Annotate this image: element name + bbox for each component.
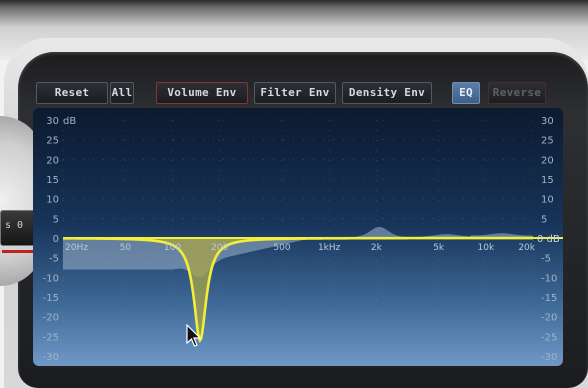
db-tick-left: 0: [53, 234, 59, 245]
freq-label: 1kHz: [318, 243, 341, 253]
freq-label: 20k: [518, 243, 535, 253]
db-tick-left: 25: [46, 136, 59, 147]
db-tick-left: -5: [49, 254, 59, 265]
eq-button[interactable]: EQ: [452, 82, 480, 104]
db-tick-left: -10: [43, 273, 59, 284]
volume-env-button[interactable]: Volume Env: [156, 82, 248, 104]
db-tick-left: -15: [43, 293, 59, 304]
all-button[interactable]: All: [110, 82, 134, 104]
db-tick-left: -30: [43, 352, 59, 363]
density-env-button-label: Density Env: [348, 86, 426, 99]
freq-label: 500: [273, 243, 290, 253]
reverse-button-label: Reverse: [492, 86, 542, 99]
eq-button-label: EQ: [459, 86, 473, 99]
freq-label: 50: [120, 243, 132, 253]
db-tick-right: -25: [541, 332, 557, 343]
db-unit-label: dB: [63, 116, 76, 127]
db-tick-right: -5: [541, 254, 551, 265]
reset-button-label: Reset: [54, 86, 90, 99]
freq-label: 20Hz: [65, 243, 88, 253]
db-tick-right: 15: [541, 175, 554, 186]
db-tick-right: 5: [541, 214, 547, 225]
db-tick-left: 15: [46, 175, 59, 186]
db-tick-left: -20: [43, 313, 59, 324]
db-tick-right: 10: [541, 195, 554, 206]
db-tick-left: 5: [53, 214, 59, 225]
db-tick-left: 30: [46, 116, 59, 127]
db-tick-left: 10: [46, 195, 59, 206]
db-tick-right: -15: [541, 293, 557, 304]
arrow-cursor-icon: [186, 324, 202, 347]
freq-label: 5k: [433, 243, 445, 253]
eq-spectrum-shadow: [63, 226, 533, 277]
zero-db-right-label: 0 dB: [537, 234, 560, 245]
db-tick-right: 30: [541, 116, 554, 127]
db-tick-right: -30: [541, 352, 557, 363]
filter-env-button-label: Filter Env: [260, 86, 330, 99]
db-tick-right: 20: [541, 155, 554, 166]
freq-label: 10k: [478, 243, 495, 253]
db-tick-right: -20: [541, 313, 557, 324]
db-tick-left: 20: [46, 155, 59, 166]
toolbar: Reset All Volume Env Filter Env Density …: [20, 58, 588, 108]
filter-env-button[interactable]: Filter Env: [254, 82, 336, 104]
eq-graph[interactable]: 302520151050-5-10-15-20-25-30dB 302520151…: [33, 108, 563, 366]
db-tick-right: 25: [541, 136, 554, 147]
volume-env-button-label: Volume Env: [167, 86, 237, 99]
freq-label: 200: [211, 243, 228, 253]
freq-label: 100: [164, 243, 181, 253]
left-display-text: s 0: [5, 220, 24, 231]
db-tick-left: -25: [43, 332, 59, 343]
reset-button[interactable]: Reset: [36, 82, 108, 104]
density-env-button[interactable]: Density Env: [342, 82, 432, 104]
reverse-button[interactable]: Reverse: [488, 82, 546, 104]
eq-graph-panel[interactable]: 30 25 20 15 10 5 0 -5 -10 -15 -20 -25 -30 dB 30 25 20 15 1…: [33, 108, 563, 366]
db-tick-right: -10: [541, 273, 557, 284]
freq-label: 2k: [371, 243, 383, 253]
all-button-label: All: [111, 86, 133, 99]
